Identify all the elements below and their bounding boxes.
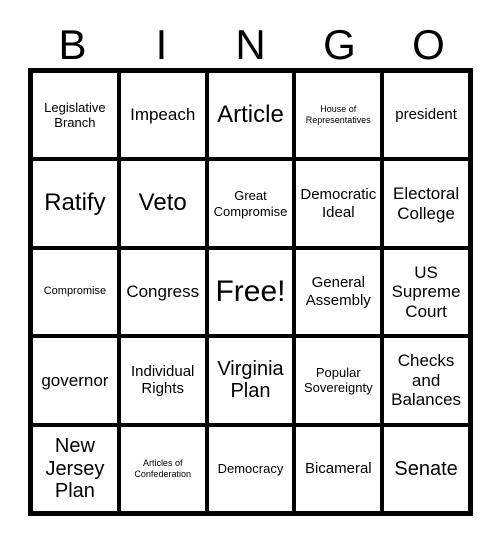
bingo-cell-free[interactable]: Free! [208, 249, 293, 335]
bingo-cell-label: Articles of Confederation [134, 457, 191, 479]
bingo-card: B I N G O Legislative Branch Impeach Art… [0, 0, 502, 544]
bingo-cell-label: Bicameral [304, 459, 372, 477]
bingo-cell[interactable]: US Supreme Court [384, 249, 468, 335]
bingo-cell-label: Free! [215, 275, 286, 309]
bingo-cell[interactable]: House of Representatives [296, 73, 381, 158]
header-letter-b: B [58, 21, 87, 68]
bingo-cell[interactable]: Great Compromise [208, 161, 293, 246]
bingo-cell[interactable]: Congress [120, 249, 205, 335]
bingo-cell[interactable]: New Jersey Plan [33, 426, 117, 511]
bingo-cell[interactable]: Compromise [33, 249, 117, 335]
bingo-cell[interactable]: Electoral College [384, 161, 468, 246]
bingo-cell-label: Congress [126, 282, 200, 302]
bingo-cell[interactable]: Democracy [208, 426, 293, 511]
bingo-cell-label: Great Compromise [213, 188, 288, 219]
bingo-cell-label: Checks and Balances [391, 351, 462, 410]
bingo-cell-label: Senate [394, 457, 458, 480]
bingo-cell-label: Legislative Branch [44, 99, 106, 131]
bingo-cell[interactable]: Virginia Plan [208, 338, 293, 423]
header-letter-o: O [412, 21, 445, 68]
bingo-cell-label: Veto [138, 189, 187, 217]
bingo-cell[interactable]: governor [33, 338, 117, 423]
bingo-cell-label: Compromise [43, 285, 107, 298]
bingo-cell[interactable]: Legislative Branch [33, 73, 117, 158]
bingo-cell-label: Electoral College [393, 184, 460, 223]
bingo-cell[interactable]: Bicameral [296, 426, 381, 511]
header-letter-i: I [155, 21, 168, 68]
bingo-cell-label: US Supreme Court [391, 262, 461, 321]
bingo-cell-label: House of Representatives [305, 103, 371, 126]
bingo-cell[interactable]: Veto [120, 161, 205, 246]
bingo-cell-label: Popular Sovereignty [303, 364, 373, 396]
bingo-cell-label: president [395, 106, 457, 124]
bingo-cell[interactable]: Article [208, 73, 293, 158]
bingo-header-row: B I N G O [28, 14, 473, 68]
bingo-cell-label: Ratify [44, 189, 106, 217]
header-letter-g: G [323, 21, 356, 68]
bingo-cell-label: Impeach [130, 105, 196, 125]
bingo-cell[interactable]: Articles of Confederation [120, 426, 205, 511]
bingo-cell-label: Virginia Plan [217, 358, 284, 403]
bingo-cell[interactable]: Checks and Balances [384, 338, 468, 423]
bingo-cell[interactable]: Democratic Ideal [296, 161, 381, 246]
bingo-cell[interactable]: Ratify [33, 161, 117, 246]
bingo-cell-label: General Assembly [305, 274, 371, 309]
bingo-cell-label: Article [217, 101, 284, 128]
bingo-cell-label: Democracy [217, 461, 284, 476]
bingo-cell-label: governor [41, 370, 109, 390]
bingo-cell[interactable]: Senate [384, 426, 468, 511]
bingo-grid: Legislative Branch Impeach Article House… [28, 68, 473, 516]
bingo-cell[interactable]: Impeach [120, 73, 205, 158]
header-letter-n: N [235, 21, 266, 68]
bingo-cell[interactable]: General Assembly [296, 249, 381, 335]
bingo-cell-label: Democratic Ideal [300, 185, 377, 221]
bingo-cell[interactable]: Individual Rights [120, 338, 205, 423]
bingo-cell-label: New Jersey Plan [45, 435, 105, 502]
bingo-cell-label: Individual Rights [131, 362, 195, 398]
bingo-cell[interactable]: Popular Sovereignty [296, 338, 381, 423]
bingo-cell[interactable]: president [384, 73, 468, 158]
